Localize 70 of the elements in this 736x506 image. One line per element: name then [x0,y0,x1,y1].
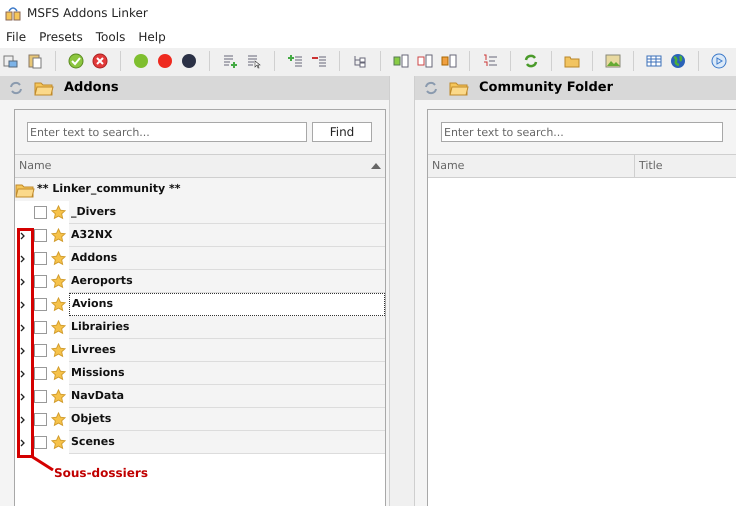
image-icon[interactable] [605,53,621,69]
checkbox[interactable] [34,298,47,311]
sort-arrow-icon[interactable] [371,163,381,169]
checkbox[interactable] [34,367,47,380]
star-icon [51,412,66,427]
cancel-icon[interactable] [92,53,108,69]
tree-item[interactable]: Objets [69,408,385,431]
star-icon [51,389,66,404]
panel-title: Addons [64,79,119,98]
checkbox[interactable] [34,321,47,334]
table-icon[interactable] [646,53,662,69]
columns-icon[interactable] [417,53,433,69]
tree-item[interactable]: Scenes [69,431,385,454]
copy-icon[interactable] [3,53,19,69]
tree-item[interactable]: A32NX [69,224,385,247]
columns-icon[interactable] [393,53,409,69]
annotation-label: Sous-dossiers [54,465,148,482]
menu-item[interactable]: Tools [90,28,132,46]
star-icon [51,228,66,243]
checkbox[interactable] [34,436,47,449]
globe-icon[interactable] [670,53,686,69]
tree-item[interactable]: Avions [69,293,385,316]
tree-item[interactable]: Missions [69,362,385,385]
play-icon[interactable] [711,53,727,69]
find-button[interactable]: Find [312,122,372,142]
menu-item[interactable]: Presets [33,28,89,46]
checkbox[interactable] [34,275,47,288]
circle-icon[interactable] [181,53,197,69]
star-icon [51,251,66,266]
checkbox[interactable] [34,252,47,265]
sort-icon[interactable] [482,53,498,69]
tree-item[interactable]: NavData [69,385,385,408]
refresh-icon[interactable] [523,53,539,69]
add-indent-icon[interactable] [287,53,303,69]
checkbox[interactable] [34,229,47,242]
tree-item[interactable]: _Divers [69,201,385,224]
checkbox[interactable] [34,390,47,403]
star-icon [51,435,66,450]
list-select-icon[interactable] [246,53,262,69]
column-header[interactable]: Name [428,155,635,177]
star-icon [51,366,66,381]
star-icon [51,320,66,335]
columns-icon[interactable] [441,53,457,69]
star-icon [51,274,66,289]
menu-item[interactable]: File [0,28,32,46]
menu-item[interactable]: Help [132,28,172,46]
search-field[interactable]: Enter text to search... [441,122,723,142]
leader-line [30,455,54,471]
window-title: MSFS Addons Linker [27,5,148,22]
list-add-icon[interactable] [222,53,238,69]
checkbox[interactable] [34,344,47,357]
folder-icon [449,80,469,96]
tree-item[interactable]: Addons [69,247,385,270]
app-icon [5,5,21,21]
star-icon [51,205,66,220]
tree-icon[interactable] [352,53,368,69]
paste-icon[interactable] [27,53,43,69]
checkbox[interactable] [34,206,47,219]
column-header[interactable]: Title [635,155,736,177]
checkbox[interactable] [34,413,47,426]
tree-item[interactable]: Livrees [69,339,385,362]
search-field[interactable]: Enter text to search... [27,122,307,142]
tree-item[interactable]: Librairies [69,316,385,339]
panel-title: Community Folder [479,79,614,98]
star-icon [51,343,66,358]
tree-item[interactable]: Aeroports [69,270,385,293]
column-header[interactable]: Name [19,158,52,174]
check-icon[interactable] [68,53,84,69]
star-icon [51,297,66,312]
folder-icon [34,80,54,96]
